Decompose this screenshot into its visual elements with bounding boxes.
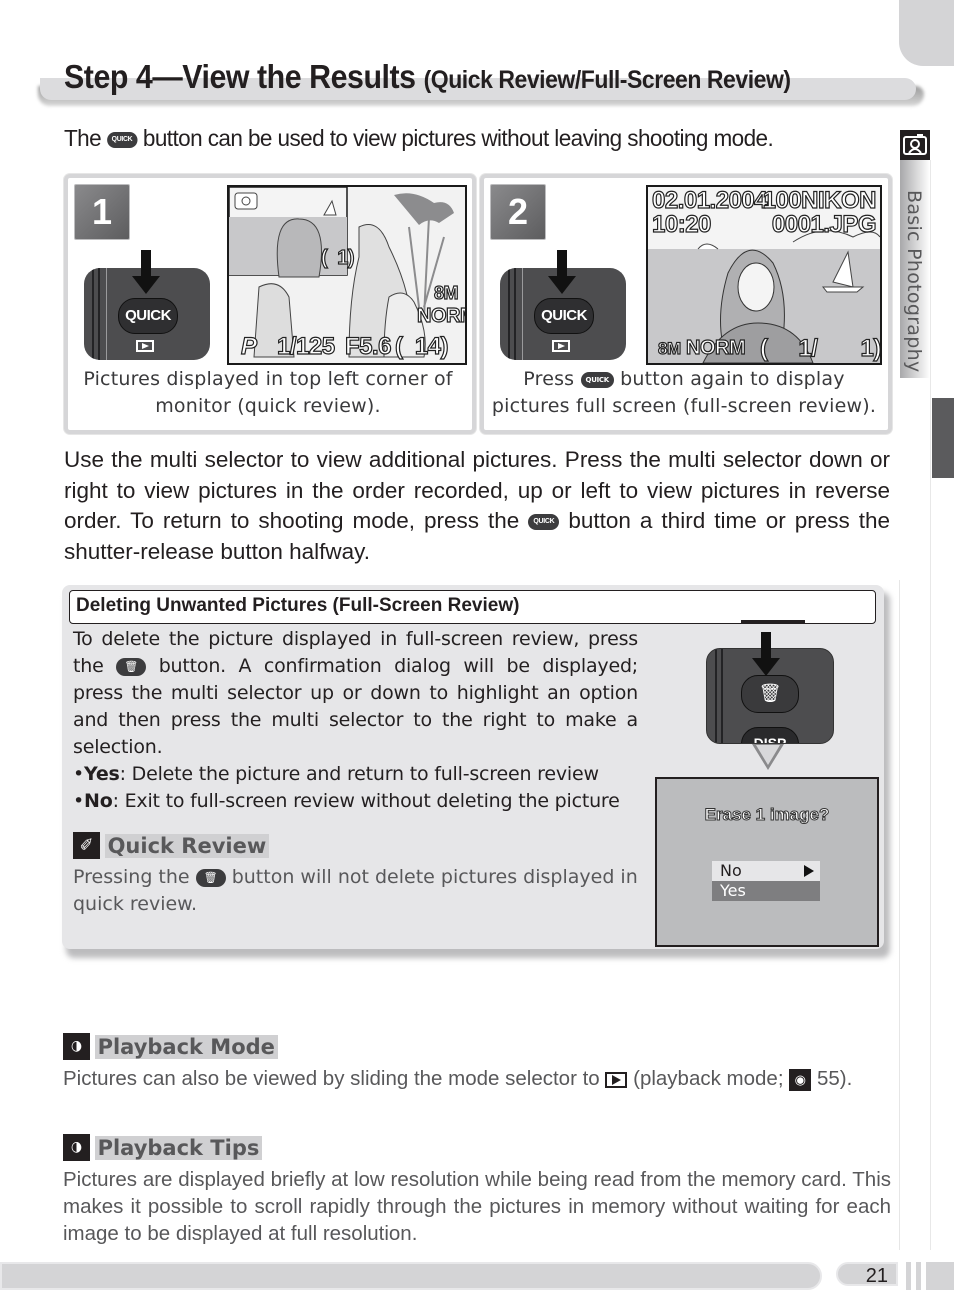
quick-review-note-heading: ✐ Quick Review xyxy=(73,832,270,860)
quick-button-icon: QUICK xyxy=(580,371,614,388)
result-arrow-inner xyxy=(756,745,780,765)
footer-tick xyxy=(926,1262,954,1290)
header-divider xyxy=(741,620,805,623)
quick-review-monitor: ( 1) 8M NORM P 1/125 F5.6 ( 14) xyxy=(227,185,467,365)
footer-bar xyxy=(0,1262,822,1290)
tip-bulb-icon: ◑ xyxy=(63,1033,90,1060)
paperclip-note-icon: ✐ xyxy=(73,832,100,859)
playback-tips-heading: ◑ Playback Tips xyxy=(63,1134,263,1162)
aperture-readout: F5.6 xyxy=(344,332,392,360)
image-size-readout: 8M xyxy=(657,338,681,358)
intro-sentence: The QUICK button can be used to view pic… xyxy=(64,125,774,152)
intro-text-before: The xyxy=(64,125,102,151)
page-number: 21 xyxy=(836,1262,898,1287)
quick-button: QUICK xyxy=(118,298,178,334)
quick-button: QUICK xyxy=(534,298,594,334)
exposure-mode-readout: P xyxy=(240,332,257,360)
dialog-option-yes[interactable]: Yes xyxy=(712,881,820,901)
bullet-yes: •Yes: Delete the picture and return to f… xyxy=(73,763,599,785)
page-title-main: Step 4—View the Results xyxy=(64,58,416,95)
selection-arrow-icon xyxy=(804,865,814,877)
playback-icon xyxy=(136,340,154,352)
camera-mode-icon xyxy=(900,130,930,160)
time-readout: 10:20 xyxy=(651,210,712,238)
dialog-option-no[interactable]: No xyxy=(712,861,820,881)
quick-button-icon: QUICK xyxy=(528,514,560,531)
delete-box-header: Deleting Unwanted Pictures (Full-Screen … xyxy=(69,590,876,624)
margin-line-inner xyxy=(899,580,900,1250)
multi-selector-instructions: Use the multi selector to view additiona… xyxy=(64,447,890,564)
frame-counter-readout: ( 1/ 1) xyxy=(759,334,881,362)
quick-review-note-text: Pressing the 🗑 button will not delete pi… xyxy=(73,866,638,915)
page-title: Step 4—View the Results (Quick Review/Fu… xyxy=(64,58,791,96)
playback-mode-text: Pictures can also be viewed by sliding t… xyxy=(63,1067,853,1091)
shutter-speed-readout: 1/125 xyxy=(276,332,335,360)
step-1-number: 1 xyxy=(74,184,130,240)
footer-tick xyxy=(916,1262,921,1290)
thumb-frame-count: ( 1) xyxy=(320,246,355,269)
page-title-subtitle: (Quick Review/Full-Screen Review) xyxy=(423,66,791,94)
playback-icon xyxy=(552,340,570,352)
dialog-question: Erase 1 image? xyxy=(704,805,830,825)
step-2-number: 2 xyxy=(490,184,546,240)
erase-confirmation-dialog: Erase 1 image? No Yes xyxy=(655,777,879,947)
page-reference-icon: ◉ xyxy=(789,1068,812,1091)
top-corner-tab xyxy=(899,0,954,66)
image-quality-readout: NORM xyxy=(685,336,746,359)
bullet-no: •No: Exit to full-screen review without … xyxy=(73,790,620,812)
image-size-readout: 8M xyxy=(433,282,459,303)
remaining-exposures-readout: ( 14) xyxy=(394,332,449,360)
filename-readout: 0001.JPG xyxy=(771,210,877,238)
quick-review-note-title: Quick Review xyxy=(104,833,270,858)
tip-bulb-icon: ◑ xyxy=(63,1134,90,1161)
section-marker xyxy=(932,398,954,478)
trash-button-icon: 🗑 xyxy=(195,868,226,887)
intro-text-after: button can be used to view pictures with… xyxy=(142,125,774,151)
playback-mode-icon xyxy=(605,1071,628,1088)
quick-button-icon: QUICK xyxy=(106,131,138,148)
full-screen-review-monitor: 02.01.2004 10:20 100NIKON 0001.JPG 8M NO… xyxy=(646,185,882,365)
delete-instructions: To delete the picture displayed in full-… xyxy=(73,626,638,815)
footer-tick xyxy=(906,1262,911,1290)
image-quality-readout: NORM xyxy=(416,304,465,327)
step-1-caption: Pictures displayed in top left corner of… xyxy=(83,368,453,417)
delete-button: 🗑 xyxy=(741,675,799,713)
playback-mode-heading: ◑ Playback Mode xyxy=(63,1033,278,1061)
delete-box-title: Deleting Unwanted Pictures (Full-Screen … xyxy=(76,595,520,616)
playback-tips-title: Playback Tips xyxy=(94,1135,263,1160)
trash-button-icon: 🗑 xyxy=(116,657,147,676)
playback-tips-text: Pictures are displayed briefly at low re… xyxy=(63,1168,891,1245)
section-tab-label: Basic Photography xyxy=(903,190,925,373)
disp-button: DISP xyxy=(741,727,799,743)
margin-line xyxy=(930,160,931,1250)
step-2-caption: Press QUICK button again to display pict… xyxy=(491,368,877,417)
playback-mode-title: Playback Mode xyxy=(94,1034,278,1059)
